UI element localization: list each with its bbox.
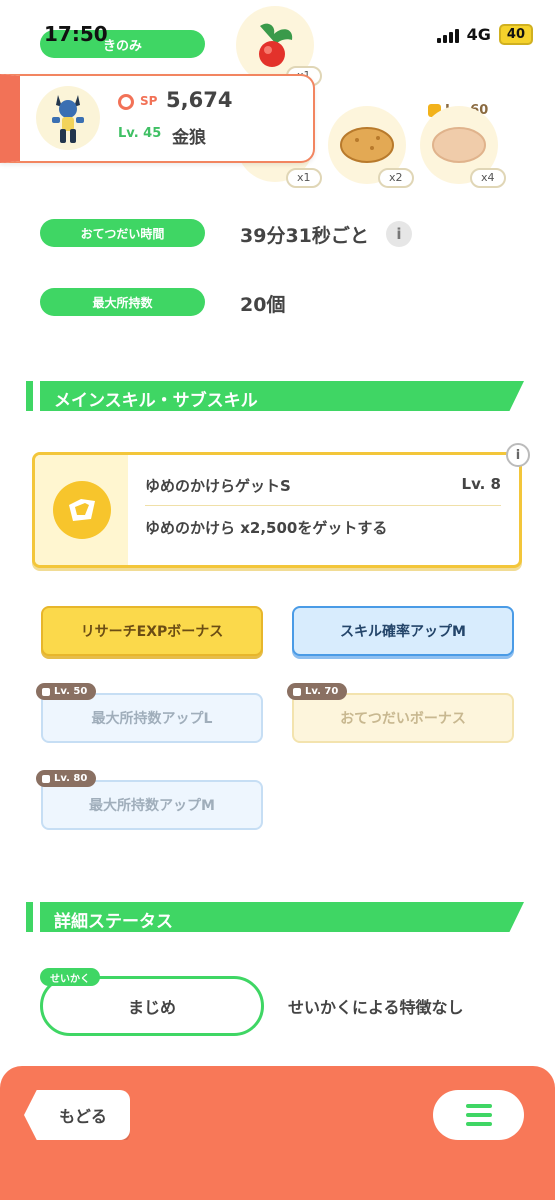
- pokemon-icon: [52, 95, 84, 143]
- status-time: 17:50: [44, 22, 108, 46]
- dream-shard-icon: [53, 481, 111, 539]
- main-skill-description: ゆめのかけら x2,500をゲットする: [145, 519, 388, 537]
- help-time-label: おてつだい時間: [40, 219, 205, 247]
- sub-skill-helping-bonus[interactable]: おてつだいボーナス: [292, 693, 514, 743]
- sub-skill-skill-trigger-up-m[interactable]: スキル確率アップM: [292, 606, 514, 656]
- sp-icon: [118, 94, 134, 110]
- sp-value: 5,674: [166, 88, 233, 112]
- main-skill-card[interactable]: ゆめのかけらゲットS Lv. 8 ゆめのかけら x2,500をゲットする: [32, 452, 522, 568]
- skills-section-header: メインスキル・サブスキル: [26, 381, 524, 411]
- divider: [145, 505, 501, 506]
- lock-icon: [42, 774, 50, 783]
- ingredient-count: x2: [378, 168, 414, 188]
- info-icon[interactable]: i: [506, 443, 530, 467]
- max-carry-label: 最大所持数: [40, 288, 205, 316]
- ingredient-count: x1: [286, 168, 322, 188]
- battery-level: 40: [498, 24, 533, 45]
- pokemon-card[interactable]: SP 5,674 Lv. 45 金狼: [0, 74, 315, 163]
- potato-icon: [432, 127, 486, 163]
- lock-level-tag: Lv. 50: [36, 683, 97, 700]
- potato-icon: [340, 127, 394, 163]
- section-title: 詳細ステータス: [54, 912, 173, 932]
- sub-skill-research-exp-bonus[interactable]: リサーチEXPボーナス: [41, 606, 263, 656]
- status-section-header: 詳細ステータス: [26, 902, 524, 932]
- menu-button[interactable]: [433, 1090, 524, 1140]
- sub-skill-inventory-up-m[interactable]: 最大所持数アップM: [41, 780, 263, 830]
- max-carry-value: 20個: [240, 294, 286, 316]
- sub-skill-inventory-up-l[interactable]: 最大所持数アップL: [41, 693, 263, 743]
- back-button[interactable]: もどる: [24, 1090, 130, 1140]
- nature-description: せいかくによる特徴なし: [288, 998, 464, 1017]
- section-title: メインスキル・サブスキル: [54, 391, 258, 411]
- help-time-value: 39分31秒ごと: [240, 225, 369, 247]
- info-icon[interactable]: i: [386, 221, 412, 247]
- network-type: 4G: [466, 25, 491, 44]
- lock-icon: [42, 687, 50, 696]
- pokemon-avatar: [36, 86, 100, 150]
- status-indicators: 4G 40: [436, 24, 533, 45]
- lock-level-tag: Lv. 80: [36, 770, 97, 787]
- sp-label: SP: [140, 94, 158, 108]
- signal-icon: [436, 27, 459, 43]
- main-skill-level: Lv. 8: [461, 475, 501, 493]
- nature-tag: せいかく: [40, 968, 100, 986]
- pokemon-name: 金狼: [172, 128, 206, 148]
- main-skill-name: ゆめのかけらゲットS: [145, 477, 291, 495]
- menu-icon: [465, 1104, 492, 1108]
- lock-level-tag: Lv. 70: [287, 683, 348, 700]
- pokemon-level: Lv. 45: [118, 126, 162, 141]
- ingredient-count: x4: [470, 168, 506, 188]
- lock-icon: [293, 687, 301, 696]
